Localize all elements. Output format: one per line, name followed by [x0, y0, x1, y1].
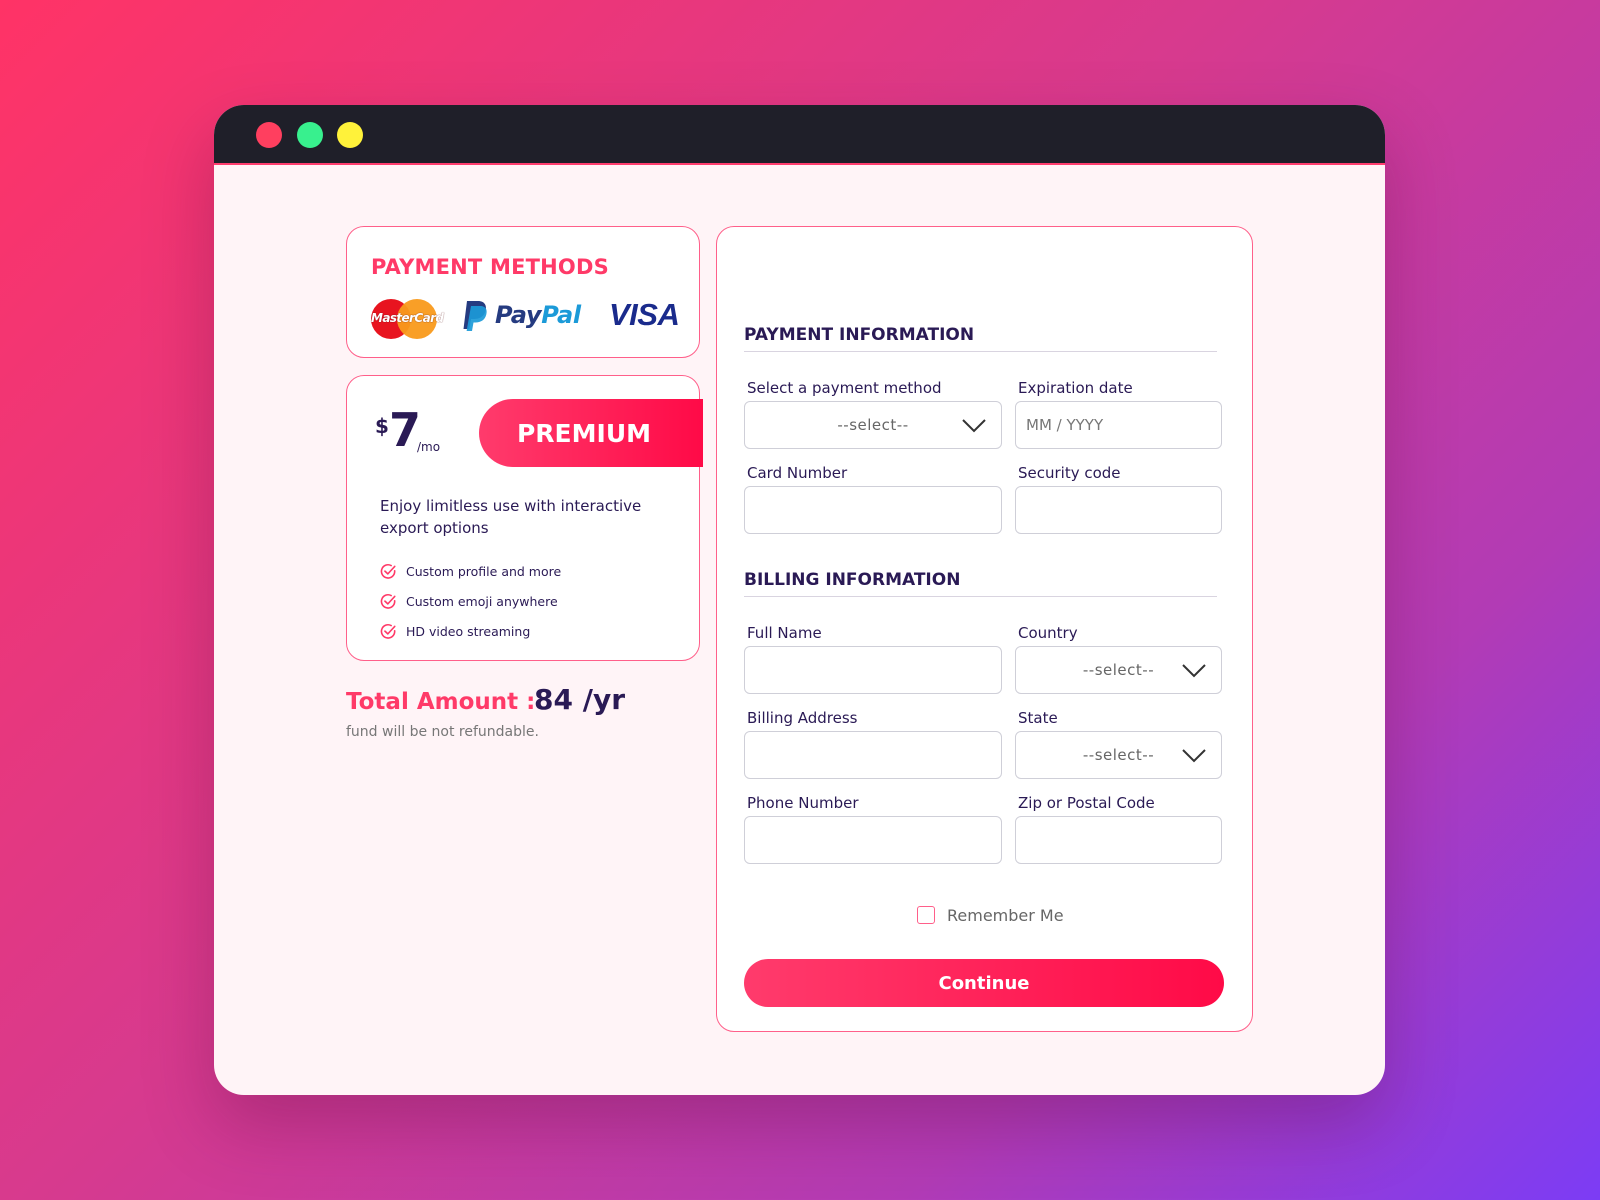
check-circle-icon: [380, 623, 396, 639]
payment-methods-title: PAYMENT METHODS: [371, 255, 609, 279]
paypal-logo[interactable]: PayPal: [461, 299, 585, 335]
chevron-down-icon: [1182, 664, 1206, 678]
state-select[interactable]: --select--: [1015, 731, 1222, 779]
phone-number-input[interactable]: [744, 816, 1002, 864]
plan-card: $ 7 /mo PREMIUM Enjoy limitless use with…: [346, 375, 703, 661]
zip-code-label: Zip or Postal Code: [1018, 794, 1155, 812]
billing-address-label: Billing Address: [747, 709, 858, 727]
paypal-pay-text: Pay: [495, 301, 542, 329]
payment-information-title: PAYMENT INFORMATION: [744, 325, 1217, 352]
feature-item: Custom emoji anywhere: [380, 586, 561, 616]
premium-badge: PREMIUM: [479, 399, 703, 467]
payment-method-select[interactable]: --select--: [744, 401, 1002, 449]
feature-item: HD video streaming: [380, 616, 561, 646]
price-currency: $: [375, 414, 389, 438]
paypal-wordmark: PayPal: [495, 301, 581, 329]
browser-window: PAYMENT METHODS MasterCard PayPal VISA $…: [214, 105, 1385, 1095]
chevron-down-icon: [962, 419, 986, 433]
state-value: --select--: [1082, 746, 1155, 764]
check-circle-icon: [380, 563, 396, 579]
feature-item: Custom profile and more: [380, 556, 561, 586]
payment-method-value: --select--: [837, 416, 909, 434]
feature-text: Custom profile and more: [406, 563, 562, 579]
phone-number-label: Phone Number: [747, 794, 859, 812]
expiration-date-input[interactable]: [1015, 401, 1222, 449]
country-value: --select--: [1082, 661, 1155, 679]
refund-note: fund will be not refundable.: [346, 724, 539, 740]
remember-me-checkbox[interactable]: [917, 906, 935, 924]
country-label: Country: [1018, 624, 1078, 642]
title-bar: [214, 105, 1385, 165]
paypal-pal-text: Pal: [541, 301, 581, 329]
checkout-form-card: PAYMENT INFORMATION Select a payment met…: [716, 226, 1253, 1032]
mastercard-logo[interactable]: MasterCard: [371, 299, 444, 339]
minimize-window-button[interactable]: [297, 122, 323, 148]
billing-information-title: BILLING INFORMATION: [744, 570, 1217, 597]
feature-text: HD video streaming: [406, 623, 531, 639]
check-circle-icon: [380, 593, 396, 609]
chevron-down-icon: [1182, 749, 1206, 763]
payment-methods-card: PAYMENT METHODS MasterCard PayPal VISA: [346, 226, 700, 358]
full-name-label: Full Name: [747, 624, 822, 642]
mastercard-label: MasterCard: [371, 311, 444, 325]
expiration-date-label: Expiration date: [1018, 379, 1133, 397]
remember-me-row[interactable]: Remember Me: [917, 904, 1064, 926]
card-number-label: Card Number: [747, 464, 848, 482]
full-name-input[interactable]: [744, 646, 1002, 694]
feature-text: Custom emoji anywhere: [406, 593, 558, 609]
security-code-input[interactable]: [1015, 486, 1222, 534]
visa-logo[interactable]: VISA: [609, 297, 680, 333]
total-amount-label: Total Amount :: [346, 689, 536, 715]
billing-address-input[interactable]: [744, 731, 1002, 779]
maximize-window-button[interactable]: [337, 122, 363, 148]
price-period: /mo: [417, 440, 441, 454]
close-window-button[interactable]: [256, 122, 282, 148]
card-number-input[interactable]: [744, 486, 1002, 534]
total-amount-value: 84 /yr: [534, 683, 625, 716]
feature-list: Custom profile and more Custom emoji any…: [380, 556, 561, 646]
plan-description: Enjoy limitless use with interactive exp…: [380, 497, 642, 537]
country-select[interactable]: --select--: [1015, 646, 1222, 694]
security-code-label: Security code: [1018, 464, 1121, 482]
zip-code-input[interactable]: [1015, 816, 1222, 864]
payment-method-label: Select a payment method: [747, 379, 942, 397]
continue-button[interactable]: Continue: [744, 959, 1224, 1007]
paypal-icon: [463, 301, 487, 331]
remember-me-label: Remember Me: [947, 905, 1064, 925]
state-label: State: [1018, 709, 1058, 727]
